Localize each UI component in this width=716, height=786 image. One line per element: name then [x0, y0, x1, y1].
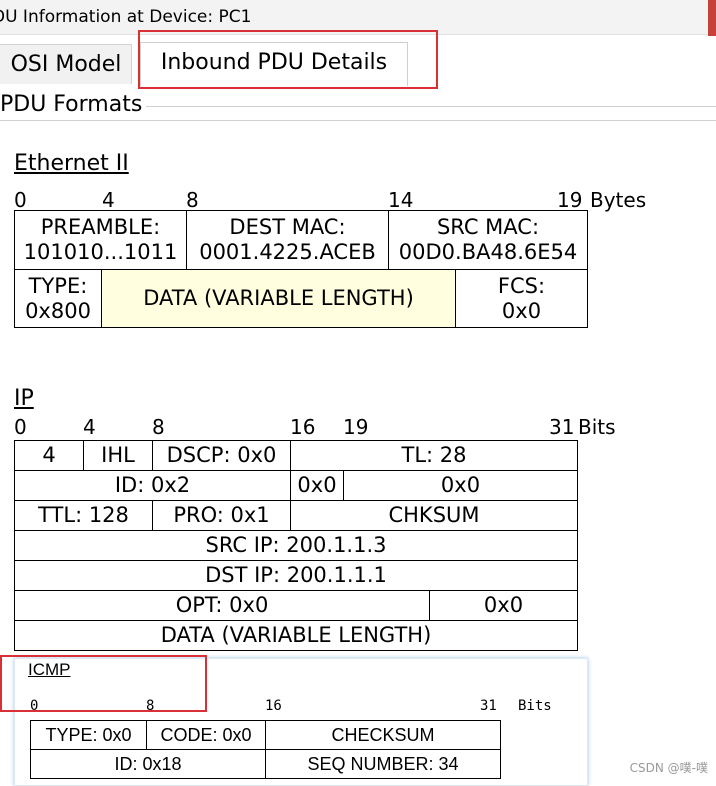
- window-edge-accent: [708, 0, 716, 36]
- ethernet-title: Ethernet II: [14, 151, 129, 176]
- eth-src-mac-label: SRC MAC:: [436, 215, 540, 239]
- eth-preamble-value: 101010...1011: [23, 240, 178, 264]
- window-title: DU Information at Device: PC1: [0, 7, 252, 27]
- ip-padding-cell: 0x0: [429, 590, 578, 621]
- eth-ruler-unit: Bytes: [590, 188, 647, 212]
- ip-ruler-31: 31: [549, 415, 575, 439]
- eth-dest-mac-label: DEST MAC:: [229, 215, 346, 239]
- ip-id-cell: ID: 0x2: [14, 470, 291, 501]
- eth-src-mac-value: 00D0.BA48.6E54: [398, 240, 578, 264]
- eth-ruler-4: 4: [102, 188, 115, 212]
- icmp-ruler-0: 0: [30, 698, 39, 714]
- eth-fcs-label: FCS:: [497, 273, 546, 298]
- eth-ruler-8: 8: [186, 188, 199, 212]
- ip-options-cell: OPT: 0x0: [14, 590, 430, 621]
- ip-dscp-cell: DSCP: 0x0: [152, 440, 291, 471]
- icmp-type-cell: TYPE: 0x0: [30, 720, 147, 750]
- icmp-title: ICMP: [28, 660, 71, 679]
- tab-osi-model[interactable]: OSI Model: [0, 44, 132, 84]
- eth-ruler-0: 0: [14, 188, 27, 212]
- ip-data-cell: DATA (VARIABLE LENGTH): [14, 620, 578, 651]
- ip-ruler-0: 0: [14, 415, 27, 439]
- ip-flags-cell: 0x0: [290, 470, 344, 501]
- eth-preamble-cell: PREAMBLE: 101010...1011: [14, 210, 187, 270]
- ip-src-cell: SRC IP: 200.1.1.3: [14, 530, 578, 561]
- icmp-ruler-16: 16: [265, 698, 282, 714]
- eth-data-cell: DATA (VARIABLE LENGTH): [101, 269, 456, 328]
- ip-ruler-19: 19: [343, 415, 369, 439]
- eth-dest-mac-value: 0001.4225.ACEB: [199, 240, 376, 264]
- eth-type-value: 0x800: [25, 298, 91, 323]
- eth-ruler-19: 19: [557, 188, 583, 212]
- ip-ruler-4: 4: [83, 415, 96, 439]
- icmp-code-cell: CODE: 0x0: [146, 720, 266, 750]
- icmp-ruler-31: 31: [480, 698, 497, 714]
- icmp-ruler-unit: Bits: [518, 698, 552, 714]
- ip-protocol-cell: PRO: 0x1: [152, 500, 291, 531]
- tab-bar: OSI Model Inbound PDU Details: [0, 36, 716, 90]
- eth-fcs-value: 0x0: [501, 298, 542, 323]
- window-titlebar: DU Information at Device: PC1: [0, 0, 716, 36]
- eth-dest-mac-cell: DEST MAC: 0001.4225.ACEB: [186, 210, 389, 270]
- ip-tl-cell: TL: 28: [290, 440, 578, 471]
- ip-title: IP: [14, 386, 34, 411]
- eth-data-label: DATA (VARIABLE LENGTH): [143, 286, 414, 310]
- icmp-checksum-cell: CHECKSUM: [265, 720, 501, 750]
- eth-type-label: TYPE:: [28, 273, 88, 298]
- eth-ruler-14: 14: [388, 188, 414, 212]
- ip-ttl-cell: TTL: 128: [14, 500, 153, 531]
- ip-version-cell: 4: [14, 440, 84, 471]
- ip-fragment-offset-cell: 0x0: [343, 470, 578, 501]
- ip-ruler-unit: Bits: [578, 415, 616, 439]
- ip-ihl-cell: IHL: [83, 440, 153, 471]
- eth-preamble-label: PREAMBLE:: [40, 215, 161, 239]
- ip-ruler-8: 8: [152, 415, 165, 439]
- watermark: CSDN @噗-噗: [629, 761, 708, 775]
- icmp-ruler-8: 8: [146, 698, 155, 714]
- ip-checksum-cell: CHKSUM: [290, 500, 578, 531]
- eth-type-cell: TYPE: 0x800: [14, 269, 102, 328]
- eth-fcs-cell: FCS: 0x0: [455, 269, 588, 328]
- ip-ruler-16: 16: [290, 415, 316, 439]
- icmp-seq-cell: SEQ NUMBER: 34: [265, 749, 501, 779]
- eth-src-mac-cell: SRC MAC: 00D0.BA48.6E54: [388, 210, 588, 270]
- pdu-formats-label: PDU Formats: [0, 92, 147, 117]
- tab-inbound-pdu-details[interactable]: Inbound PDU Details: [140, 42, 408, 86]
- ip-dst-cell: DST IP: 200.1.1.1: [14, 560, 578, 591]
- icmp-id-cell: ID: 0x18: [30, 749, 266, 779]
